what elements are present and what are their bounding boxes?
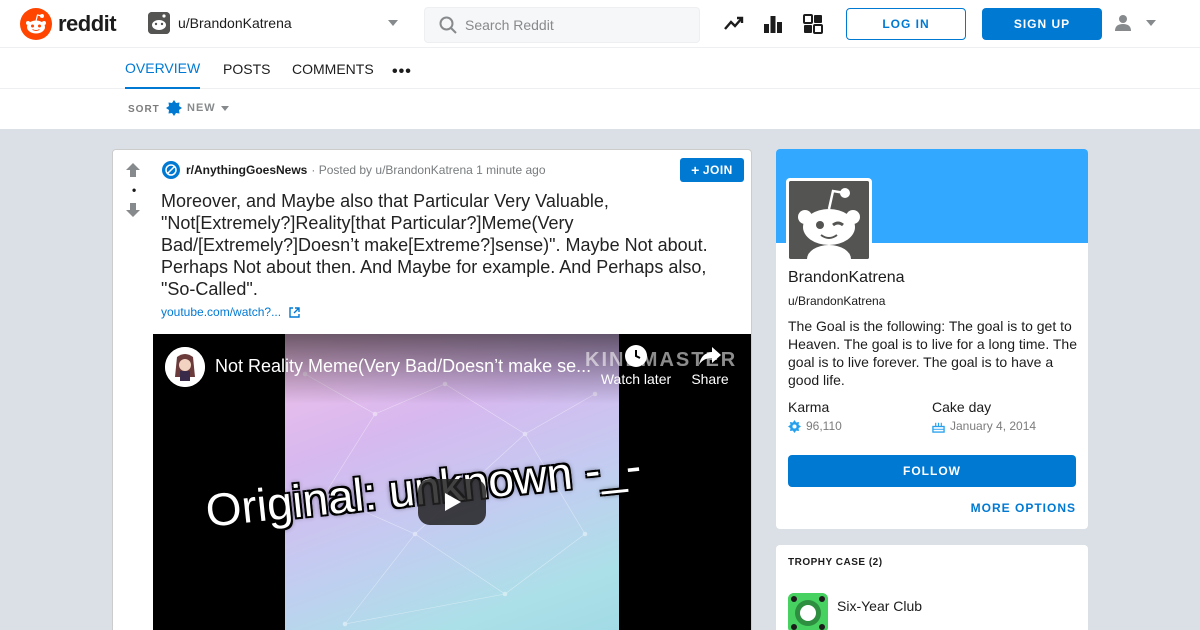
six-year-club-trophy-icon [788, 593, 828, 630]
join-label: JOIN [702, 163, 733, 177]
user-icon [1115, 15, 1131, 31]
join-button[interactable]: + JOIN [680, 158, 744, 182]
chevron-down-icon [220, 105, 229, 111]
upvote-icon[interactable] [125, 162, 141, 178]
karma-value: 96,110 [806, 419, 842, 433]
play-button[interactable] [418, 479, 486, 525]
search-bar[interactable] [424, 7, 700, 43]
tab-comments[interactable]: COMMENTS [292, 48, 374, 89]
profile-bio: The Goal is the following: The goal is t… [788, 318, 1077, 388]
downvote-icon[interactable] [125, 202, 141, 218]
tab-overview[interactable]: OVERVIEW [125, 48, 201, 89]
community-switcher[interactable]: u/BrandonKatrena [148, 12, 398, 34]
login-button[interactable]: LOG IN [846, 8, 966, 40]
leaderboard-icon[interactable] [763, 14, 783, 34]
external-link-icon [289, 306, 300, 318]
signup-button[interactable]: SIGN UP [982, 8, 1102, 40]
share-button[interactable]: Share [685, 344, 735, 387]
sort-bar: SORT NEW [0, 89, 1200, 129]
cake-day-label: Cake day [932, 399, 992, 415]
user-dropdown[interactable] [1114, 14, 1156, 32]
snoo-logo-icon [20, 8, 52, 40]
karma-label: Karma [788, 399, 830, 415]
channel-avatar[interactable] [165, 347, 205, 387]
follow-button[interactable]: FOLLOW [788, 455, 1076, 487]
posted-by: · Posted by u/BrandonKatrena 1 minute ag… [311, 163, 546, 177]
tab-posts[interactable]: POSTS [223, 48, 270, 89]
sort-value: NEW [187, 102, 216, 114]
trending-icon[interactable] [724, 14, 744, 34]
reddit-logo[interactable]: reddit [20, 8, 117, 40]
link-text: youtube.com/watch?... [161, 305, 282, 319]
cake-icon [932, 422, 945, 433]
vote-score: • [132, 183, 137, 197]
vote-column: • [113, 150, 153, 630]
post-meta: r/AnythingGoesNews · Posted by u/Brandon… [162, 161, 546, 179]
profile-avatar [786, 178, 872, 262]
subreddit-link[interactable]: r/AnythingGoesNews [186, 163, 307, 177]
switcher-username: u/BrandonKatrena [178, 15, 292, 31]
search-input[interactable] [465, 17, 685, 33]
video-embed[interactable]: Not Reality Meme(Very Bad/Doesn’t make s… [153, 334, 751, 630]
chevron-down-icon [388, 20, 398, 26]
trophy-name: Six-Year Club [837, 598, 923, 614]
plus-icon: + [691, 162, 700, 178]
more-options-link[interactable]: MORE OPTIONS [971, 501, 1076, 515]
watch-later-label: Watch later [600, 371, 672, 387]
chevron-down-icon [1146, 20, 1156, 26]
post-title[interactable]: Moreover, and Maybe also that Particular… [161, 190, 741, 300]
sort-dropdown[interactable]: NEW [166, 100, 229, 116]
logo-wordmark: reddit [58, 11, 117, 36]
share-label: Share [691, 371, 729, 387]
subreddit-icon[interactable] [162, 161, 180, 179]
profile-display-name: BrandonKatrena [788, 269, 905, 286]
share-arrow-icon [699, 347, 721, 365]
cake-day-value: January 4, 2014 [950, 419, 1037, 433]
sort-label: SORT [128, 104, 160, 115]
karma-stat: Karma 96,110 [788, 399, 842, 433]
trophy-case-card: TROPHY CASE (2) Six-Year Club [776, 545, 1088, 630]
post-card[interactable]: • r/AnythingGoesNews · Posted by u/Brand… [112, 149, 752, 630]
cake-day-stat: Cake day January 4, 2014 [932, 399, 1036, 433]
profile-tabs: OVERVIEW POSTS COMMENTS ••• [0, 48, 1200, 89]
profile-card: BrandonKatrena u/BrandonKatrena The Goal… [776, 149, 1088, 529]
video-title[interactable]: Not Reality Meme(Very Bad/Doesn’t make s… [215, 356, 595, 377]
clock-icon [625, 345, 647, 367]
profile-handle: u/BrandonKatrena [788, 294, 886, 308]
karma-icon [788, 419, 801, 433]
search-icon [439, 16, 457, 34]
more-tabs-button[interactable]: ••• [392, 63, 412, 81]
trophy-case-title: TROPHY CASE (2) [788, 557, 883, 568]
coins-icon[interactable] [803, 14, 823, 34]
new-sparkle-icon [166, 100, 182, 116]
post-external-link[interactable]: youtube.com/watch?... [161, 305, 300, 319]
top-header: reddit u/BrandonKatrena Search Reddit LO… [0, 0, 1200, 48]
watch-later-button[interactable]: Watch later [599, 344, 673, 387]
user-avatar [148, 12, 170, 34]
